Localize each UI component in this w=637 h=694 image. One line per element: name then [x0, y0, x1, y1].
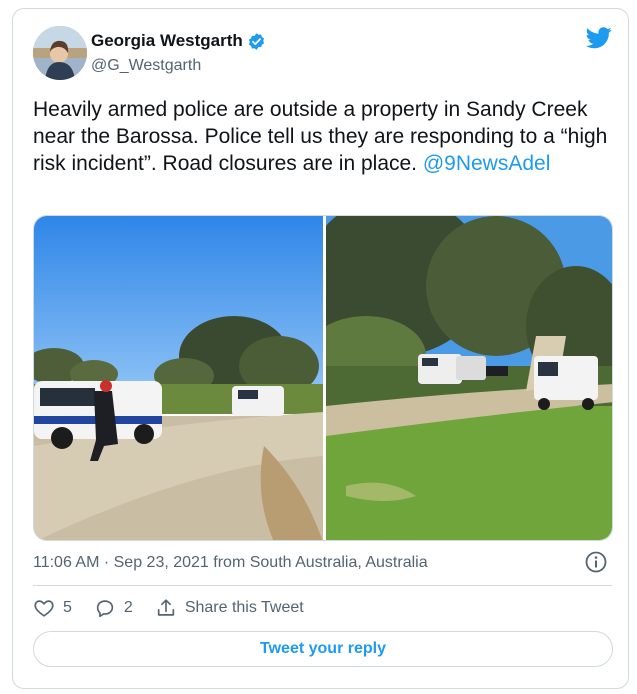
- heart-icon: [34, 600, 54, 617]
- twitter-bird-icon[interactable]: [586, 27, 612, 49]
- reply-button[interactable]: 2: [94, 597, 133, 619]
- info-icon[interactable]: [584, 550, 608, 574]
- reply-icon: [96, 600, 114, 618]
- share-icon: [157, 599, 174, 616]
- share-button[interactable]: Share this Tweet: [155, 597, 304, 619]
- divider: [33, 585, 612, 586]
- photo-police-car[interactable]: [34, 216, 323, 540]
- action-bar: 5 2 Share this Tweet: [33, 597, 326, 619]
- avatar[interactable]: [33, 26, 87, 80]
- like-count: 5: [63, 599, 72, 616]
- mention-link[interactable]: @9NewsAdel: [423, 152, 551, 175]
- author-block: Georgia Westgarth @G_Westgarth: [91, 31, 266, 75]
- photo-road-closure[interactable]: [326, 216, 612, 540]
- verified-badge-icon: [247, 32, 266, 51]
- tweet-timestamp[interactable]: 11:06 AM · Sep 23, 2021 from South Austr…: [33, 554, 428, 572]
- tweet-your-reply-label: Tweet your reply: [260, 640, 386, 657]
- tweet-card: Georgia Westgarth @G_Westgarth Heavily a…: [12, 8, 629, 689]
- tweet-media: [33, 215, 613, 541]
- reply-count: 2: [123, 599, 133, 616]
- tweet-text: Heavily armed police are outside a prope…: [33, 96, 608, 177]
- author-name[interactable]: Georgia Westgarth: [91, 31, 243, 51]
- like-button[interactable]: 5: [33, 597, 72, 619]
- share-label: Share this Tweet: [184, 599, 304, 616]
- tweet-your-reply-button[interactable]: Tweet your reply: [33, 631, 613, 667]
- author-handle[interactable]: @G_Westgarth: [91, 57, 266, 75]
